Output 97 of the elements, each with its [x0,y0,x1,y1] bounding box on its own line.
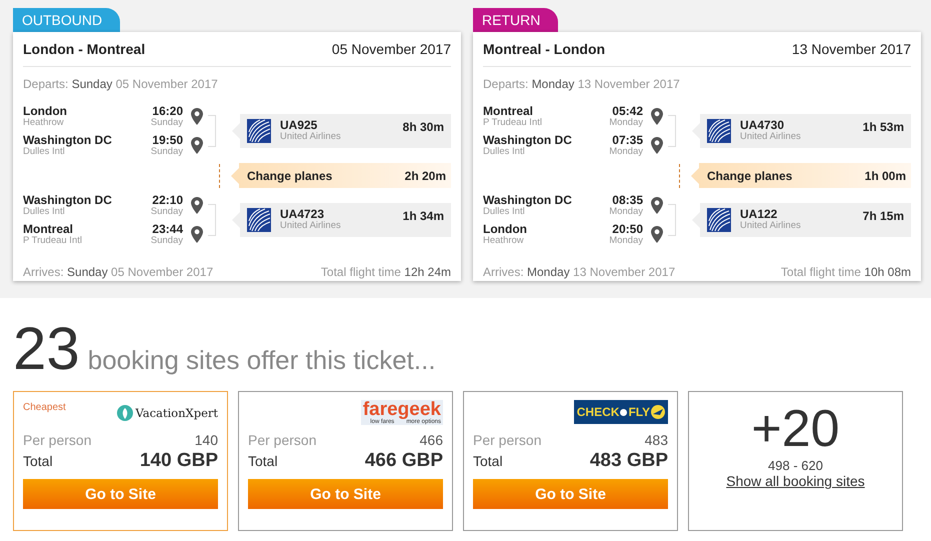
city-name: Montreal [483,104,534,116]
connector-bracket [208,204,216,236]
per-person-label: Per person [23,432,92,448]
location-pin-icon [651,137,663,154]
total-flight-time: Total flight time 12h 24m [320,265,451,279]
total-price: 483 GBP [590,450,668,472]
stop-day: Monday [609,116,643,128]
layover-duration: 2h 20m [404,168,446,182]
arrives-line: Arrives: Monday 13 November 2017 [483,265,676,279]
airline-name: United Airlines [740,220,802,232]
go-to-site-button[interactable]: Go to Site [473,479,668,509]
show-all-link[interactable]: Show all booking sites [726,473,865,489]
flight-date: 13 November 2017 [792,41,911,57]
stop-time: 08:35 [612,194,643,206]
per-person-price: 466 [420,432,443,448]
price-range: 498 - 620 [768,458,823,473]
stop-day: Sunday [150,206,183,218]
city-name: Washington DC [23,134,113,146]
connector-bracket [668,204,676,236]
airline-name: United Airlines [280,220,342,232]
route-title: London - Montreal [23,41,146,57]
total-label: Total [248,453,278,469]
total-label: Total [23,453,53,469]
location-pin-icon [651,108,663,125]
airline-logo-icon [707,208,731,232]
sites-count: 23 [13,314,80,383]
city-name: London [483,222,528,234]
airline-name: United Airlines [280,131,342,143]
flight-number: UA122 [740,208,778,220]
site-logo: VacationXpert [135,406,218,420]
site-logo: CHECK FLY [574,400,668,424]
airport-name: P Trudeau Intl [483,116,543,128]
connector-bracket [668,115,676,147]
stop-day: Monday [609,146,643,158]
more-count: +20 [751,402,840,456]
go-to-site-button[interactable]: Go to Site [248,479,443,509]
flight-duration: 1h 34m [402,209,444,223]
airline-name: United Airlines [740,131,802,143]
location-pin-icon [191,137,203,154]
airport-name: P Trudeau Intl [23,234,83,246]
stop-day: Monday [609,206,643,218]
route-title: Montreal - London [483,41,606,57]
total-label: Total [473,453,503,469]
cheapest-label: Cheapest [23,402,66,413]
location-pin-icon [191,108,203,125]
stop-day: Sunday [150,234,183,246]
per-person-price: 483 [644,432,668,448]
city-name: Washington DC [23,194,113,206]
airport-name: Heathrow [483,234,525,246]
connector-bracket [208,115,216,147]
change-label: Change planes [707,168,792,182]
departs-line: Departs: Monday 13 November 2017 [483,77,681,91]
stop-time: 05:42 [612,104,643,116]
per-person-label: Per person [473,432,542,448]
airport-name: Heathrow [23,116,65,128]
flight-duration: 1h 53m [862,120,904,134]
airport-name: Dulles Intl [483,146,525,158]
stop-time: 07:35 [612,134,643,146]
departs-line: Departs: Sunday 05 November 2017 [23,77,219,91]
stop-time: 23:44 [152,222,183,234]
go-to-site-button[interactable]: Go to Site [23,479,218,509]
stop-day: Sunday [150,146,183,158]
airline-logo-icon [247,119,271,143]
flight-number: UA4730 [740,119,786,131]
airline-logo-icon [247,208,271,232]
stop-day: Sunday [150,116,183,128]
layover-duration: 1h 00m [864,168,906,182]
per-person-label: Per person [248,432,316,448]
flight-date: 05 November 2017 [332,41,451,57]
flight-number: UA4723 [280,208,326,220]
stop-time: 22:10 [152,194,183,206]
airport-name: Dulles Intl [483,206,525,218]
airline-logo-icon [707,119,731,143]
stop-day: Monday [609,234,643,246]
city-name: London [23,104,68,116]
stop-time: 16:20 [152,104,183,116]
flight-duration: 8h 30m [402,120,444,134]
change-label: Change planes [247,168,332,182]
location-pin-icon [651,197,663,214]
flight-number: UA925 [280,119,318,131]
city-name: Montreal [23,222,74,234]
arrives-line: Arrives: Sunday 05 November 2017 [23,265,214,279]
location-pin-icon [651,226,663,243]
airport-name: Dulles Intl [23,146,65,158]
total-flight-time: Total flight time 10h 08m [780,265,911,279]
stop-time: 20:50 [612,222,643,234]
stop-time: 19:50 [152,134,183,146]
airport-name: Dulles Intl [23,206,65,218]
city-name: Washington DC [483,194,573,206]
flight-duration: 7h 15m [862,209,904,223]
location-pin-icon [191,197,203,214]
total-price: 140 GBP [140,450,218,472]
total-price: 466 GBP [364,450,443,472]
city-name: Washington DC [483,134,573,146]
location-pin-icon [191,226,203,243]
per-person-price: 140 [194,432,218,448]
offers-heading: booking sites offer this ticket... [88,345,436,376]
